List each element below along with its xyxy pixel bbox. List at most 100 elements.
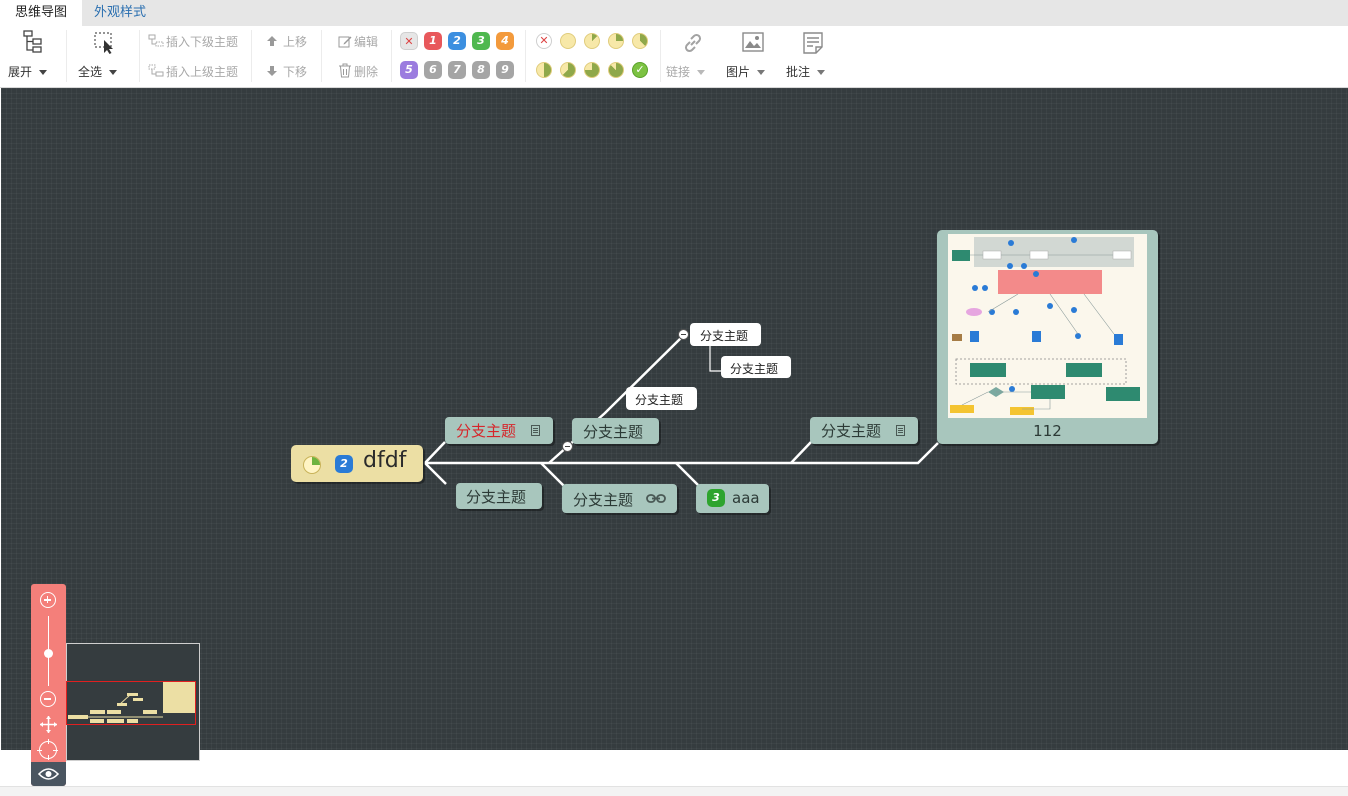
zoom-panel [31,584,66,786]
collapse-toggle[interactable] [678,329,689,340]
zoom-out-icon[interactable] [40,691,56,707]
progress-3-icon[interactable] [632,33,648,49]
sub-topic[interactable]: 分支主题 [721,356,791,378]
sub-topic[interactable]: 分支主题 [690,323,761,346]
priority-9-button[interactable]: 9 [496,61,514,79]
priority-3-button[interactable]: 3 [472,32,490,50]
progress-6-icon[interactable] [584,62,600,78]
divider [391,30,392,82]
divider [321,30,322,82]
image-topic-label: 112 [1033,422,1062,440]
branch-topic[interactable]: 3 aaa [696,484,769,513]
progress-icon [303,456,321,474]
image-button[interactable]: 图片 [724,28,778,82]
minimap[interactable] [66,643,200,761]
progress-done-icon[interactable]: ✓ [632,62,648,78]
priority-1-button[interactable]: 1 [424,32,442,50]
expand-label: 展开 [8,63,48,80]
flowchart-thumbnail-image [948,234,1147,418]
priority-8-button[interactable]: 8 [472,61,490,79]
insert-parent-icon [148,64,164,77]
insert-parent-button[interactable]: 插入上级主题 [146,62,246,80]
insert-child-label: 插入下级主题 [166,35,239,49]
link-icon [684,33,702,53]
link-icon[interactable] [646,493,666,505]
insert-parent-label: 插入上级主题 [166,65,239,79]
trash-icon [339,63,351,78]
edit-button[interactable]: 编辑 [336,32,386,50]
priority-badge: 3 [707,489,725,507]
tab-appearance[interactable]: 外观样式 [82,0,158,26]
progress-4-icon[interactable] [536,62,552,78]
progress-5-icon[interactable] [560,62,576,78]
divider [139,30,140,82]
delete-button[interactable]: 删除 [336,62,386,80]
move-canvas-icon[interactable] [39,715,58,734]
divider [660,30,661,82]
branch-topic[interactable]: 分支主题 [445,417,553,444]
note-icon [896,425,905,436]
priority-5-button[interactable]: 5 [400,61,418,79]
note-button[interactable]: 批注 [784,28,838,82]
topic-label: 分支主题 [635,393,684,407]
branch-topic[interactable]: 分支主题 [562,484,677,513]
zoom-slider-handle[interactable] [44,649,53,658]
insert-child-button[interactable]: 插入下级主题 [146,32,246,50]
note-label: 批注 [786,63,826,80]
image-caret-icon [757,70,766,75]
sub-topic[interactable]: 分支主题 [626,387,697,410]
priority-4-button[interactable]: 4 [496,32,514,50]
remove-progress-icon[interactable]: ✕ [536,33,552,49]
navigator-toggle[interactable] [31,762,66,786]
move-up-button[interactable]: 上移 [264,32,314,50]
expand-button[interactable]: 展开 [4,28,56,82]
minimap-viewport[interactable] [66,681,196,725]
progress-7-icon[interactable] [608,62,624,78]
progress-0-icon[interactable] [560,33,576,49]
topic-label: 分支主题 [573,491,634,509]
topic-label: 分支主题 [730,362,779,376]
select-all-button[interactable]: 全选 [74,28,130,82]
select-all-caret-icon [109,70,118,75]
move-down-button[interactable]: 下移 [264,62,314,80]
priority-6-button[interactable]: 6 [424,61,442,79]
branch-topic[interactable]: 分支主题 [810,417,918,444]
select-icon [94,32,113,54]
toolbar: 展开 全选 插入下级主题 插入上级主题 上移 下移 编辑 删除 ✕ 1 2 3 4 5 6 7… [0,26,1348,88]
zoom-in-icon[interactable] [40,592,56,608]
tab-bar: 思维导图 外观样式 [0,0,1348,26]
mindmap-canvas[interactable]: 2 dfdf 分支主题 分支主题 分支主题 分支主题 分支主题 3 aaa 分支… [1,88,1348,750]
arrow-up-icon [267,36,277,46]
image-icon [742,32,764,52]
divider [525,30,526,82]
divider [66,30,67,82]
link-button[interactable]: 链接 [664,28,718,82]
branch-topic[interactable]: 分支主题 [572,418,659,444]
remove-priority-icon[interactable]: ✕ [400,32,418,50]
image-topic[interactable]: 112 [937,230,1158,444]
priority-7-button[interactable]: 7 [448,61,466,79]
locate-center-icon[interactable] [37,739,58,760]
branch-topic[interactable]: 分支主题 [456,483,542,509]
note-caret-icon [817,70,826,75]
priority-group: ✕ 1 2 3 4 5 6 7 8 9 [398,30,520,84]
status-strip [0,786,1348,796]
collapse-toggle[interactable] [562,441,573,452]
progress-1-icon[interactable] [584,33,600,49]
expand-icon [23,30,42,53]
tab-mindmap[interactable]: 思维导图 [0,0,82,26]
arrow-down-icon [267,66,277,76]
delete-label: 删除 [354,65,379,79]
topic-label: 分支主题 [700,329,749,343]
note-icon [803,32,823,54]
priority-2-button[interactable]: 2 [448,32,466,50]
move-down-label: 下移 [283,65,308,79]
progress-group: ✕ ✓ [533,30,655,84]
expand-caret-icon [39,70,48,75]
topic-label: 分支主题 [466,488,527,506]
root-topic[interactable]: 2 dfdf [291,445,423,482]
eye-icon [38,768,59,780]
link-caret-icon [697,70,706,75]
topic-label: 分支主题 [583,423,644,441]
progress-2-icon[interactable] [608,33,624,49]
